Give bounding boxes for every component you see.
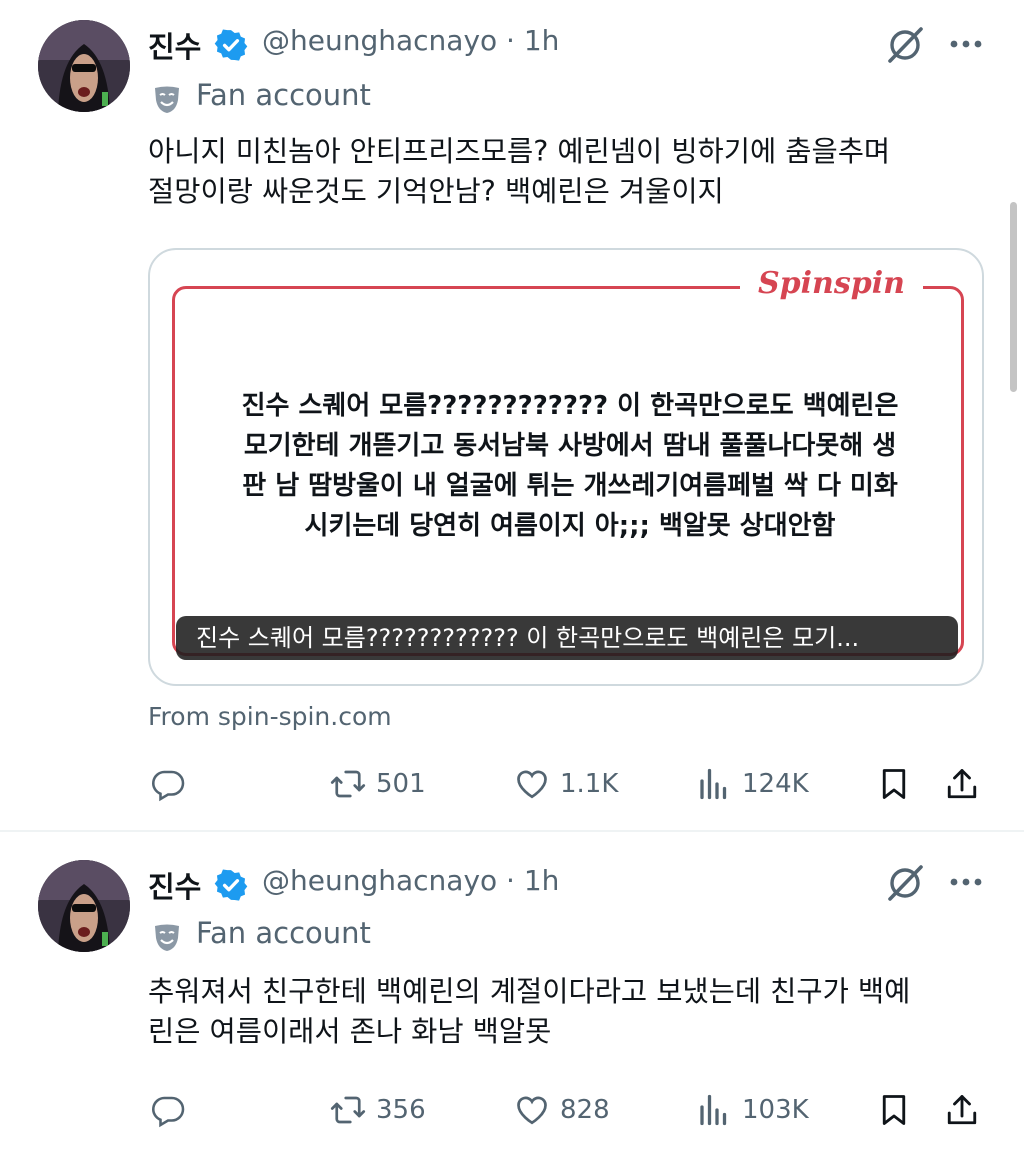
handle-time[interactable]: @heunghacnayo · 1h — [262, 864, 559, 897]
more-options-icon[interactable] — [948, 864, 984, 900]
author-name[interactable]: 진수 — [148, 24, 201, 66]
tweet-text-line: 린은 여름이래서 존나 화남 백알못 — [148, 1015, 552, 1048]
avatar[interactable] — [38, 20, 130, 112]
like-button[interactable]: 828 — [514, 1090, 610, 1130]
views-count: 103K — [742, 1095, 809, 1125]
reply-icon — [152, 1096, 185, 1128]
like-button[interactable]: 1.1K — [514, 764, 618, 804]
fan-account-label: Fan account — [196, 916, 371, 950]
share-icon — [947, 1095, 977, 1125]
share-button[interactable] — [944, 1090, 980, 1130]
reply-button[interactable] — [150, 1090, 186, 1130]
tweet-text-line: 아니지 미친놈아 안티프리즈모름? 예린넴이 빙하기에 춤을추며 — [148, 135, 891, 168]
bookmark-button[interactable] — [876, 1090, 912, 1130]
reply-icon — [152, 770, 185, 802]
like-count: 828 — [560, 1095, 610, 1125]
fan-account-label: Fan account — [196, 78, 371, 112]
retweet-button[interactable]: 501 — [330, 764, 426, 804]
tweet-divider — [0, 830, 1024, 832]
card-body-line: 진수 스퀘어 모름???????????? 이 한곡만으로도 백예린은 — [241, 391, 899, 421]
avatar[interactable] — [38, 860, 130, 952]
views-count: 124K — [742, 769, 809, 799]
tweet-text: 추워져서 친구한테 백예린의 계절이다라고 보냈는데 친구가 백예 린은 여름이… — [148, 972, 988, 1052]
views-bars-icon — [700, 1094, 727, 1126]
retweet-icon — [330, 770, 366, 798]
scrollbar[interactable] — [1010, 202, 1017, 392]
author-name[interactable]: 진수 — [148, 864, 201, 906]
bookmark-button[interactable] — [876, 764, 912, 804]
like-count: 1.1K — [560, 769, 619, 799]
card-body-text: 진수 스퀘어 모름???????????? 이 한곡만으로도 백예린은 모기한테… — [200, 386, 940, 546]
card-logo: Spinspin — [740, 266, 923, 301]
theater-mask-icon — [155, 86, 179, 113]
verified-badge-icon — [214, 29, 248, 61]
bookmark-icon — [882, 769, 906, 799]
heart-icon — [517, 1096, 547, 1125]
verified-badge-icon — [214, 869, 248, 901]
grok-slash-icon[interactable] — [884, 24, 926, 66]
card-body-line: 판 남 땀방울이 내 얼굴에 튀는 개쓰레기여름페벌 싹 다 미화 — [242, 471, 898, 501]
views-button[interactable]: 103K — [696, 1090, 809, 1130]
grok-slash-icon[interactable] — [884, 862, 926, 904]
retweet-button[interactable]: 356 — [330, 1090, 426, 1130]
share-icon — [947, 769, 977, 799]
tweet-text-line: 절망이랑 싸운것도 기억안남? 백예린은 겨울이지 — [148, 175, 724, 208]
retweet-count: 501 — [376, 769, 426, 799]
card-body-line: 시키는데 당연히 여름이지 아;;; 백알못 상대안함 — [304, 511, 836, 541]
reply-button[interactable] — [150, 764, 186, 804]
tweet-text: 아니지 미친놈아 안티프리즈모름? 예린넴이 빙하기에 춤을추며 절망이랑 싸운… — [148, 132, 988, 212]
heart-icon — [517, 770, 547, 799]
tweet-text-line: 추워져서 친구한테 백예린의 계절이다라고 보냈는데 친구가 백예 — [148, 975, 911, 1008]
link-card[interactable]: Spinspin 진수 스퀘어 모름???????????? 이 한곡만으로도 … — [148, 248, 984, 686]
more-options-icon[interactable] — [948, 26, 984, 62]
card-caption: 진수 스퀘어 모름???????????? 이 한곡만으로도 백예린은 모기..… — [176, 616, 958, 660]
share-button[interactable] — [944, 764, 980, 804]
bookmark-icon — [882, 1095, 906, 1125]
retweet-icon — [330, 1096, 366, 1124]
retweet-count: 356 — [376, 1095, 426, 1125]
card-source[interactable]: From spin-spin.com — [148, 702, 392, 731]
card-body-line: 모기한테 개뜯기고 동서남북 사방에서 땀내 풀풀나다못해 생 — [243, 431, 897, 461]
handle-time[interactable]: @heunghacnayo · 1h — [262, 24, 559, 57]
theater-mask-icon — [155, 924, 179, 951]
views-bars-icon — [700, 768, 727, 800]
views-button[interactable]: 124K — [696, 764, 809, 804]
